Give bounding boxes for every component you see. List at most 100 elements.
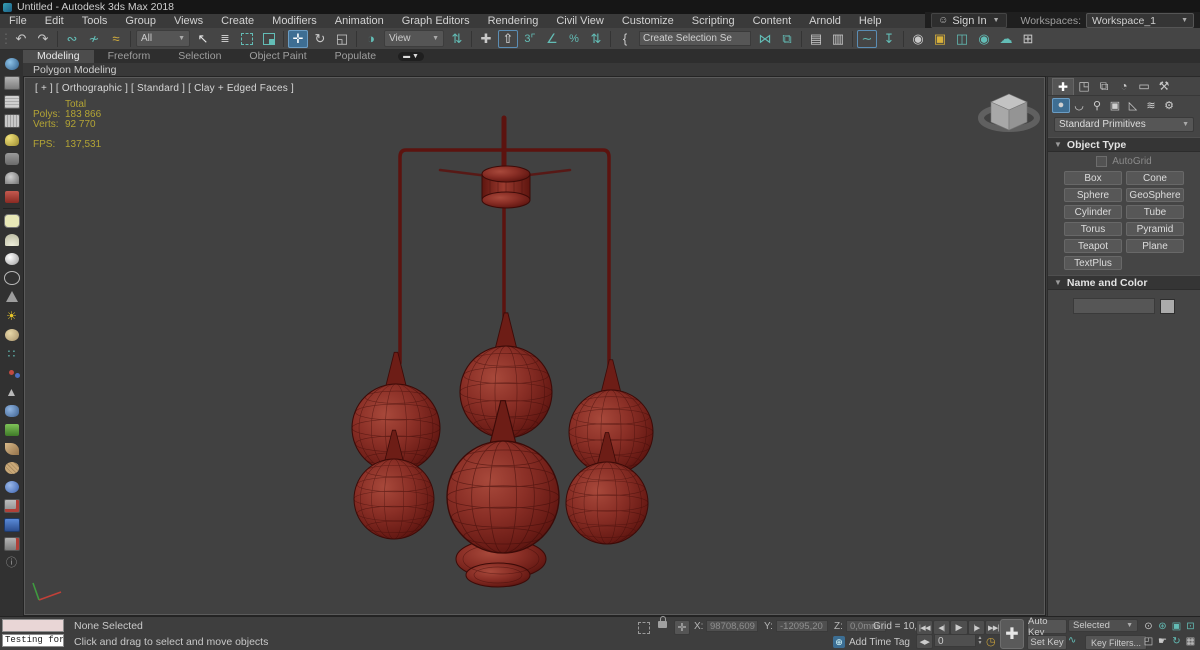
ribbon-tab-populate[interactable]: Populate bbox=[321, 50, 390, 63]
helpers-icon[interactable]: ◺ bbox=[1124, 98, 1142, 113]
maxscript-mini-listener[interactable]: Testing for ; bbox=[2, 634, 64, 647]
redo-icon[interactable]: ↷ bbox=[33, 30, 53, 48]
time-config-clock-icon[interactable]: ◷ bbox=[986, 635, 996, 648]
reference-coordsys-dropdown[interactable]: View ▼ bbox=[384, 30, 444, 47]
menu-rendering[interactable]: Rendering bbox=[479, 14, 548, 28]
object-type-rollout-header[interactable]: ▼ Object Type bbox=[1048, 137, 1200, 152]
motion-tab-icon[interactable]: ◔ bbox=[1114, 78, 1134, 94]
plane-button[interactable]: Plane bbox=[1126, 239, 1184, 253]
listener-window-icon[interactable] bbox=[2, 92, 21, 111]
unlink-selection-icon[interactable]: ≁ bbox=[84, 30, 104, 48]
bind-to-space-warp-icon[interactable]: ≈ bbox=[106, 30, 126, 48]
previous-frame-icon[interactable]: ◀| bbox=[933, 620, 950, 635]
undo-icon[interactable]: ↶ bbox=[11, 30, 31, 48]
tan-sphere-icon[interactable] bbox=[2, 325, 21, 344]
menu-create[interactable]: Create bbox=[212, 14, 263, 28]
select-and-rotate-icon[interactable]: ↻ bbox=[310, 30, 330, 48]
rounded-rect-shape-icon[interactable] bbox=[2, 211, 21, 230]
mirror-icon[interactable]: ⋈ bbox=[755, 30, 775, 48]
zoom-extents-all-icon[interactable]: ⊡ bbox=[1184, 620, 1197, 633]
wire-sphere-icon[interactable] bbox=[2, 268, 21, 287]
add-time-tag[interactable]: ⊕ Add Time Tag bbox=[833, 636, 910, 648]
space-warps-icon[interactable]: ≋ bbox=[1142, 98, 1160, 113]
schematic-view-icon[interactable]: ↧ bbox=[879, 30, 899, 48]
chandelier-model[interactable] bbox=[351, 115, 654, 588]
cone-button[interactable]: Cone bbox=[1126, 171, 1184, 185]
axis-constraints-icon[interactable]: ⇅ bbox=[447, 30, 467, 48]
menu-customize[interactable]: Customize bbox=[613, 14, 683, 28]
select-and-link-icon[interactable]: ∾ bbox=[62, 30, 82, 48]
auto-key-button[interactable]: Auto Key bbox=[1027, 616, 1067, 638]
frame-number-field[interactable]: 0 bbox=[934, 634, 976, 647]
orbit-icon[interactable]: ↻ bbox=[1170, 635, 1183, 648]
render-cloud-icon[interactable]: ☁ bbox=[996, 30, 1016, 48]
select-and-scale-icon[interactable]: ◱ bbox=[332, 30, 352, 48]
key-filter-paw-icon[interactable]: ∿ bbox=[1068, 635, 1076, 646]
hierarchy-tab-icon[interactable]: ⧉ bbox=[1094, 78, 1114, 94]
frame-spinner[interactable]: ▲ ▼ bbox=[976, 634, 984, 647]
cylinder-button[interactable]: Cylinder bbox=[1064, 205, 1122, 219]
export-scene-icon[interactable] bbox=[2, 534, 21, 553]
select-object-icon[interactable]: ↖ bbox=[193, 30, 213, 48]
spinner-snap-icon[interactable]: ⇅ bbox=[586, 30, 606, 48]
sun-icon[interactable]: ☀ bbox=[2, 306, 21, 325]
render-flyout-icon[interactable]: ⊞ bbox=[1018, 30, 1038, 48]
menu-edit[interactable]: Edit bbox=[36, 14, 73, 28]
pyramid-button[interactable]: Pyramid bbox=[1126, 222, 1184, 236]
play-icon[interactable]: ▶ bbox=[950, 620, 968, 635]
angle-snap-icon[interactable]: ∠ bbox=[542, 30, 562, 48]
shapes-icon[interactable]: ◡ bbox=[1070, 98, 1088, 113]
textplus-button[interactable]: TextPlus bbox=[1064, 256, 1122, 270]
video-post-icon[interactable] bbox=[2, 187, 21, 206]
torus-button[interactable]: Torus bbox=[1064, 222, 1122, 236]
maxscript-mini-listener-macro[interactable] bbox=[2, 619, 64, 632]
key-mode-icon[interactable]: ◀▶ bbox=[916, 634, 933, 649]
ribbon-tab-object-paint[interactable]: Object Paint bbox=[235, 50, 320, 63]
render-production-icon[interactable]: ◉ bbox=[974, 30, 994, 48]
viewport-label[interactable]: [ + ] [ Orthographic ] [ Standard ] [ Cl… bbox=[35, 83, 294, 94]
view-cube[interactable] bbox=[978, 93, 1040, 132]
polygon-modeling-panel[interactable]: Polygon Modeling bbox=[33, 64, 116, 76]
y-coord-field[interactable]: -12095,20 bbox=[776, 620, 828, 632]
menu-views[interactable]: Views bbox=[165, 14, 212, 28]
camera-lister-icon[interactable] bbox=[2, 149, 21, 168]
calculator-grid-icon[interactable] bbox=[2, 111, 21, 130]
rectangular-selection-region-icon[interactable] bbox=[237, 30, 257, 48]
menu-arnold[interactable]: Arnold bbox=[800, 14, 850, 28]
pyramid-arrows-icon[interactable]: ▲ bbox=[2, 382, 21, 401]
name-and-color-rollout-header[interactable]: ▼ Name and Color bbox=[1048, 275, 1200, 290]
zoom-icon[interactable]: ⊙ bbox=[1142, 620, 1155, 633]
viewport[interactable]: [ + ] [ Orthographic ] [ Standard ] [ Cl… bbox=[24, 77, 1045, 615]
workspace-dropdown[interactable]: Workspace_1 ▼ bbox=[1086, 13, 1194, 28]
modify-tab-icon[interactable]: ◳ bbox=[1074, 78, 1094, 94]
menu-file[interactable]: File bbox=[0, 14, 36, 28]
object-color-swatch[interactable] bbox=[1160, 298, 1175, 314]
systems-icon[interactable]: ⚙ bbox=[1160, 98, 1178, 113]
export-image-icon[interactable] bbox=[2, 496, 21, 515]
ribbon-tab-selection[interactable]: Selection bbox=[164, 50, 235, 63]
teapot-icon[interactable] bbox=[2, 54, 21, 73]
menu-scripting[interactable]: Scripting bbox=[683, 14, 744, 28]
cameras-icon[interactable]: ▣ bbox=[1106, 98, 1124, 113]
menu-civil-view[interactable]: Civil View bbox=[547, 14, 612, 28]
teapot-button[interactable]: Teapot bbox=[1064, 239, 1122, 253]
align-icon[interactable]: ⧉ bbox=[777, 30, 797, 48]
render-setup-icon[interactable]: ▣ bbox=[930, 30, 950, 48]
zoom-extents-icon[interactable]: ▣ bbox=[1170, 620, 1183, 633]
use-center-icon[interactable]: ◑ bbox=[361, 30, 381, 48]
select-and-manipulate-icon[interactable]: ✚ bbox=[476, 30, 496, 48]
object-name-field[interactable] bbox=[1073, 298, 1155, 314]
set-keys-plus-button[interactable]: ✚ bbox=[1000, 619, 1024, 649]
help-icon[interactable]: ⓘ bbox=[2, 553, 21, 572]
preview-window-icon[interactable] bbox=[2, 73, 21, 92]
pan-icon[interactable]: ☛ bbox=[1156, 635, 1169, 648]
feather-hf-icon[interactable] bbox=[2, 439, 21, 458]
window-crossing-icon[interactable] bbox=[259, 30, 279, 48]
sphere-shape-icon[interactable] bbox=[2, 249, 21, 268]
zoom-region-icon[interactable]: ◰ bbox=[1142, 635, 1155, 648]
grass-icon[interactable] bbox=[2, 420, 21, 439]
selection-lock-icon[interactable] bbox=[658, 616, 667, 628]
dome-shape-icon[interactable] bbox=[2, 230, 21, 249]
box-button[interactable]: Box bbox=[1064, 171, 1122, 185]
weave-surface-icon[interactable] bbox=[2, 458, 21, 477]
